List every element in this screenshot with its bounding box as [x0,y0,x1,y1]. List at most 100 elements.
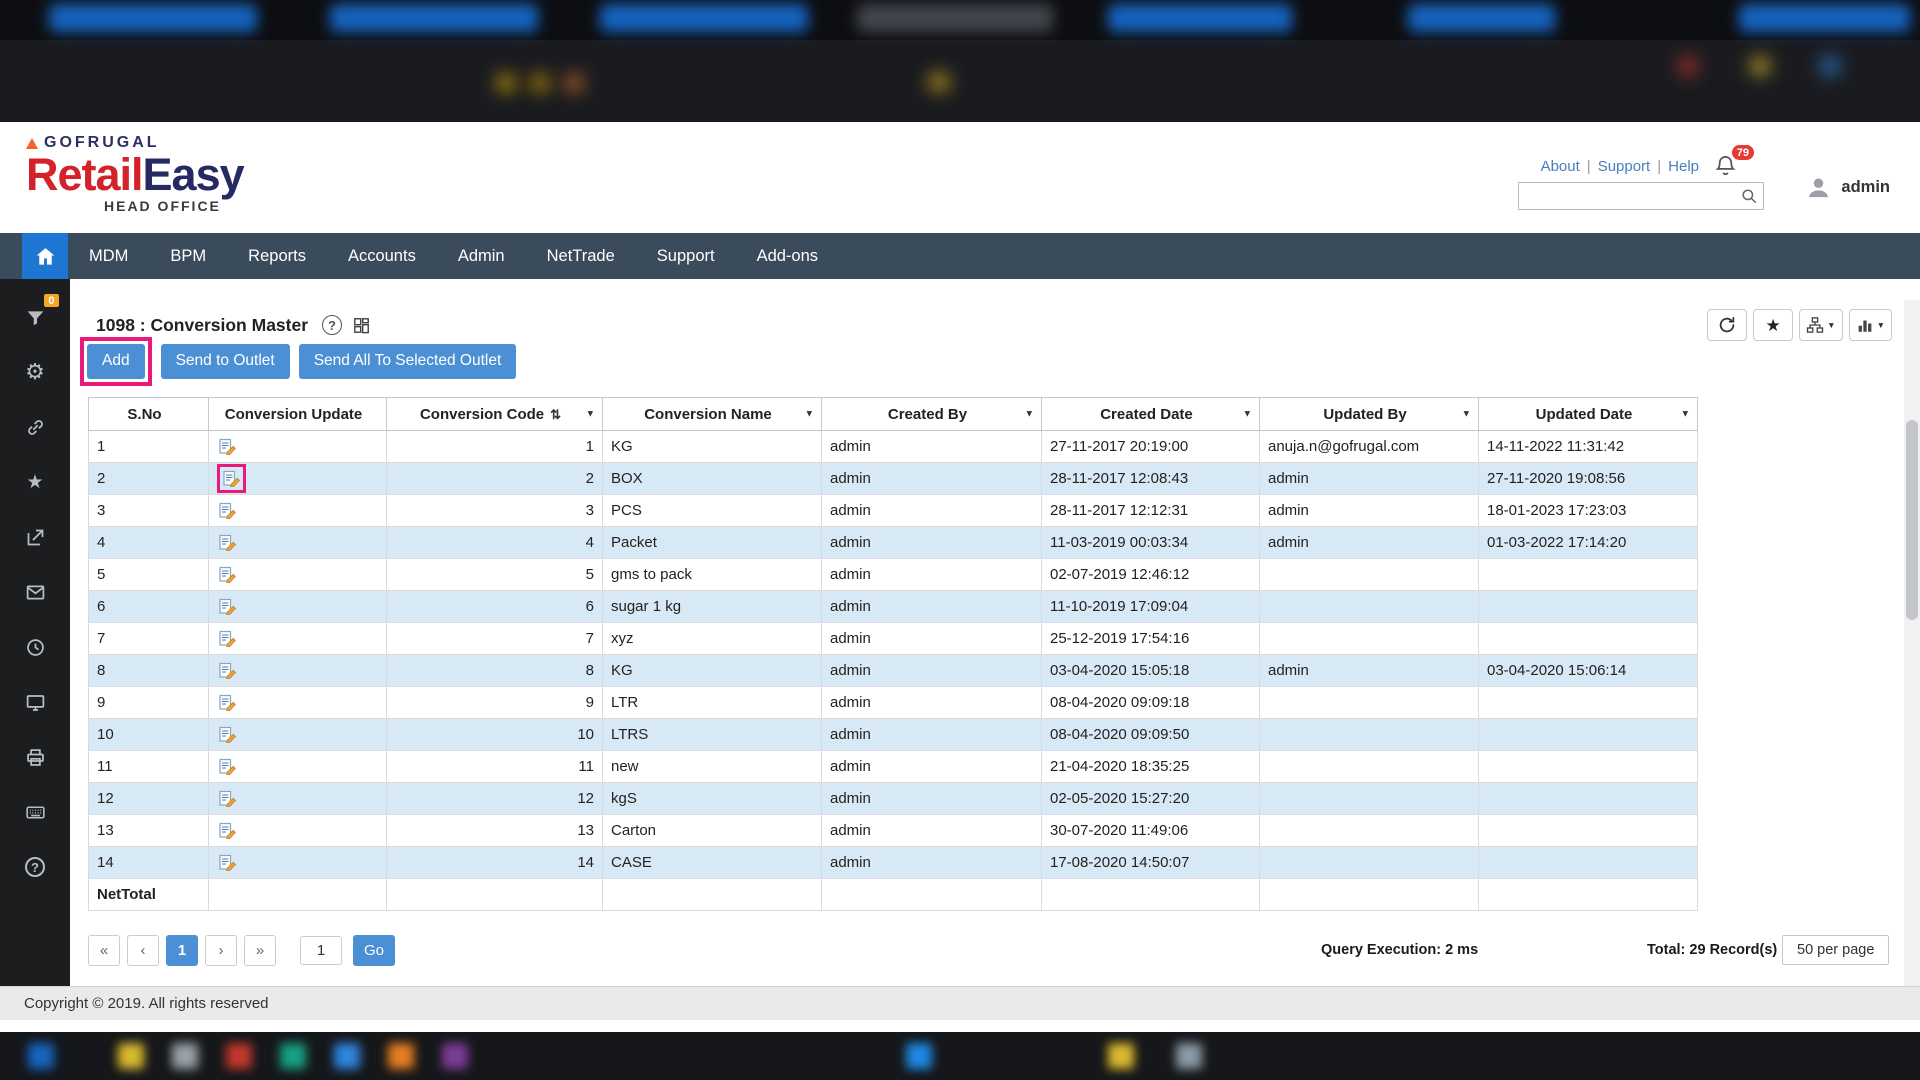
nav-item-support[interactable]: Support [636,233,736,279]
caret-down-icon[interactable]: ▼ [1025,409,1034,420]
col-header-created-by[interactable]: Created By ▼ [822,398,1042,431]
gear-icon[interactable]: ⚙ [20,357,50,387]
nav-item-bpm[interactable]: BPM [149,233,227,279]
table-row[interactable]: 1212kgSadmin02-05-2020 15:27:20 [89,783,1698,815]
blurred-browser-chrome [0,0,1920,122]
keyboard-icon[interactable] [20,797,50,827]
table-row[interactable]: 55gms to packadmin02-07-2019 12:46:12 [89,559,1698,591]
help-icon[interactable]: ? [322,315,342,335]
mail-icon[interactable] [20,577,50,607]
table-row[interactable]: 66sugar 1 kgadmin11-10-2019 17:09:04 [89,591,1698,623]
table-row[interactable]: 88KGadmin03-04-2020 15:05:18admin03-04-2… [89,655,1698,687]
edit-conversion-icon[interactable] [219,438,236,455]
printer-icon[interactable] [20,742,50,772]
user-menu[interactable]: admin [1805,174,1890,201]
nav-item-admin[interactable]: Admin [437,233,526,279]
nav-item-mdm[interactable]: MDM [68,233,149,279]
next-page-button[interactable]: › [205,935,237,966]
blurred-toolbar-icon [1822,58,1838,74]
nav-home[interactable] [22,233,68,279]
col-header-conversion-code[interactable]: Conversion Code⇅ ▼ [387,398,603,431]
edit-conversion-icon[interactable] [223,470,240,487]
star-icon[interactable]: ★ [20,467,50,497]
bar-chart-icon [1856,316,1874,334]
edit-conversion-icon[interactable] [219,502,236,519]
table-row[interactable]: 1313Cartonadmin30-07-2020 11:49:06 [89,815,1698,847]
edit-conversion-icon[interactable] [219,790,236,807]
link-icon[interactable] [20,412,50,442]
search-input[interactable] [1519,183,1763,209]
annotation-highlight-edit-icon [217,464,246,493]
caret-down-icon[interactable]: ▼ [1243,409,1252,420]
clock-icon[interactable] [20,632,50,662]
favorite-button[interactable]: ★ [1753,309,1793,341]
table-row[interactable]: 11KGadmin27-11-2017 20:19:00anuja.n@gofr… [89,431,1698,463]
caret-down-icon[interactable]: ▼ [1462,409,1471,420]
vertical-scrollbar[interactable] [1904,300,1920,986]
previous-page-button[interactable]: ‹ [127,935,159,966]
cell-conversion-code: 3 [387,495,603,527]
nav-item-reports[interactable]: Reports [227,233,327,279]
edit-conversion-icon[interactable] [219,758,236,775]
col-header-created-date[interactable]: Created Date ▼ [1042,398,1260,431]
cell-conversion-name: new [603,751,822,783]
chart-view-button[interactable]: ▼ [1849,309,1892,341]
sort-icon[interactable]: ⇅ [550,407,561,422]
search-icon[interactable] [1740,187,1758,205]
add-button[interactable]: Add [87,344,145,379]
caret-down-icon[interactable]: ▼ [1681,409,1690,420]
edit-conversion-icon[interactable] [219,694,236,711]
table-row[interactable]: 33PCSadmin28-11-2017 12:12:31admin18-01-… [89,495,1698,527]
table-row[interactable]: 22BOXadmin28-11-2017 12:08:43admin27-11-… [89,463,1698,495]
caret-down-icon[interactable]: ▼ [586,409,595,420]
support-link[interactable]: Support [1598,158,1651,175]
nav-items: MDMBPMReportsAccountsAdminNetTradeSuppor… [68,233,839,279]
user-avatar-icon [1805,174,1832,201]
col-header-conversion-update[interactable]: Conversion Update [209,398,387,431]
nav-item-accounts[interactable]: Accounts [327,233,437,279]
table-row[interactable]: 77xyzadmin25-12-2019 17:54:16 [89,623,1698,655]
edit-conversion-icon[interactable] [219,598,236,615]
cell-conversion-code: 14 [387,847,603,879]
col-header-sno[interactable]: S.No [89,398,209,431]
edit-conversion-icon[interactable] [219,630,236,647]
nav-item-nettrade[interactable]: NetTrade [526,233,636,279]
help-icon[interactable]: ? [20,852,50,882]
send-to-outlet-button[interactable]: Send to Outlet [161,344,290,379]
page-1-button[interactable]: 1 [166,935,198,966]
table-row[interactable]: 44Packetadmin11-03-2019 00:03:34admin01-… [89,527,1698,559]
hierarchy-view-button[interactable]: ▼ [1799,309,1842,341]
scrollbar-thumb[interactable] [1906,420,1918,620]
per-page-select[interactable]: 50 per page [1782,935,1889,965]
table-row[interactable]: 1010LTRSadmin08-04-2020 09:09:50 [89,719,1698,751]
table-row[interactable]: 1111newadmin21-04-2020 18:35:25 [89,751,1698,783]
edit-conversion-icon[interactable] [219,726,236,743]
go-button[interactable]: Go [353,935,395,966]
last-page-button[interactable]: » [244,935,276,966]
send-icon[interactable] [20,522,50,552]
send-all-to-selected-outlet-button[interactable]: Send All To Selected Outlet [299,344,517,379]
page-number-input[interactable] [300,936,342,965]
blurred-bookmark-icon [566,76,582,90]
col-header-updated-date[interactable]: Updated Date ▼ [1479,398,1698,431]
about-link[interactable]: About [1541,158,1580,175]
edit-conversion-icon[interactable] [219,854,236,871]
caret-down-icon[interactable]: ▼ [805,409,814,420]
filter-icon[interactable]: 0 [20,302,50,332]
widgets-icon[interactable] [352,316,371,335]
nav-item-add-ons[interactable]: Add-ons [736,233,839,279]
edit-conversion-icon[interactable] [219,534,236,551]
table-row[interactable]: 1414CASEadmin17-08-2020 14:50:07 [89,847,1698,879]
col-header-conversion-name[interactable]: Conversion Name ▼ [603,398,822,431]
table-row[interactable]: 99LTRadmin08-04-2020 09:09:18 [89,687,1698,719]
notifications-button[interactable]: 79 [1714,154,1738,178]
monitor-icon[interactable] [20,687,50,717]
edit-conversion-icon[interactable] [219,566,236,583]
refresh-button[interactable] [1707,309,1747,341]
refresh-icon [1718,316,1736,334]
col-header-updated-by[interactable]: Updated By ▼ [1260,398,1479,431]
edit-conversion-icon[interactable] [219,662,236,679]
help-link[interactable]: Help [1668,158,1699,175]
first-page-button[interactable]: « [88,935,120,966]
edit-conversion-icon[interactable] [219,822,236,839]
